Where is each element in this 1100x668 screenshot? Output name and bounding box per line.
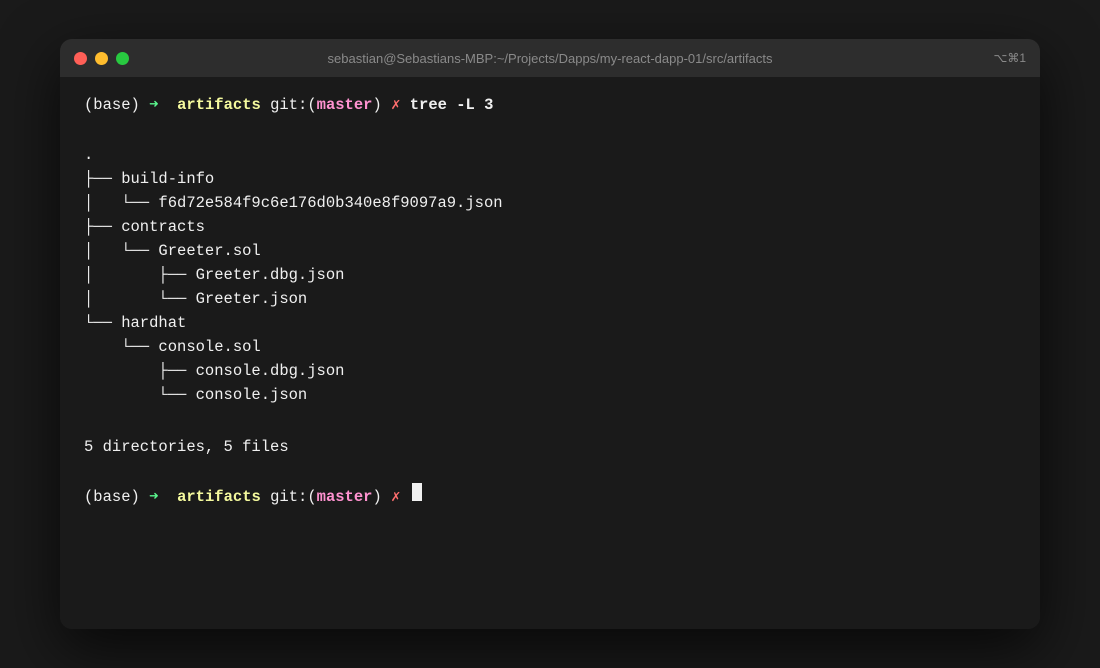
prompt-x-2: ✗: [391, 485, 400, 509]
prompt-git-branch-1: master: [317, 93, 373, 117]
tree-console-sol-line: └── console.sol: [84, 338, 261, 356]
tree-output: . ├── build-info │ └── f6d72e584f9c6e176…: [84, 119, 1016, 407]
maximize-button[interactable]: [116, 52, 129, 65]
command-line-2: (base) ➜ artifacts git: ( master ) ✗: [84, 483, 1016, 509]
blank-line: [84, 411, 1016, 435]
command-text-1: tree -L 3: [410, 93, 494, 117]
prompt-arrow-1: ➜: [149, 93, 158, 117]
prompt-git-branch-2: master: [317, 485, 373, 509]
tree-contracts-line: ├── contracts: [84, 218, 205, 236]
tree-dot: .: [84, 146, 93, 164]
prompt-x-1: ✗: [391, 93, 400, 117]
tree-build-info-line: ├── build-info: [84, 170, 214, 188]
tree-greeter-sol-line: │ └── Greeter.sol: [84, 242, 261, 260]
tree-greeter-json-line: │ └── Greeter.json: [84, 290, 307, 308]
traffic-lights: [74, 52, 129, 65]
command-line-1: (base) ➜ artifacts git: ( master ) ✗ tre…: [84, 93, 1016, 117]
window-shortcut: ⌥⌘1: [993, 51, 1026, 65]
tree-build-info-file: │ └── f6d72e584f9c6e176d0b340e8f9097a9.j…: [84, 194, 503, 212]
prompt-dir-1: artifacts: [177, 93, 261, 117]
tree-hardhat-line: └── hardhat: [84, 314, 186, 332]
tree-console-dbg-line: ├── console.dbg.json: [84, 362, 344, 380]
prompt-dir-2: artifacts: [177, 485, 261, 509]
prompt-git-label-2: git:: [270, 485, 307, 509]
terminal-body[interactable]: (base) ➜ artifacts git: ( master ) ✗ tre…: [60, 77, 1040, 629]
prompt-git-paren-close-2: ): [372, 485, 381, 509]
cursor: [412, 483, 422, 501]
titlebar: sebastian@Sebastians-MBP:~/Projects/Dapp…: [60, 39, 1040, 77]
tree-console-json-line: └── console.json: [84, 386, 307, 404]
prompt-git-paren-close-1: ): [372, 93, 381, 117]
window-title: sebastian@Sebastians-MBP:~/Projects/Dapp…: [328, 51, 773, 66]
prompt-git-label-1: git:: [270, 93, 307, 117]
prompt-git-paren-open-1: (: [307, 93, 316, 117]
terminal-window: sebastian@Sebastians-MBP:~/Projects/Dapp…: [60, 39, 1040, 629]
prompt-base-2: (base): [84, 485, 140, 509]
close-button[interactable]: [74, 52, 87, 65]
minimize-button[interactable]: [95, 52, 108, 65]
tree-greeter-dbg-line: │ ├── Greeter.dbg.json: [84, 266, 344, 284]
prompt-git-paren-open-2: (: [307, 485, 316, 509]
prompt-base-1: (base): [84, 93, 140, 117]
blank-line-2: [84, 459, 1016, 483]
summary-text: 5 directories, 5 files: [84, 435, 289, 459]
prompt-arrow-2: ➜: [149, 485, 158, 509]
summary-line: 5 directories, 5 files: [84, 435, 1016, 459]
